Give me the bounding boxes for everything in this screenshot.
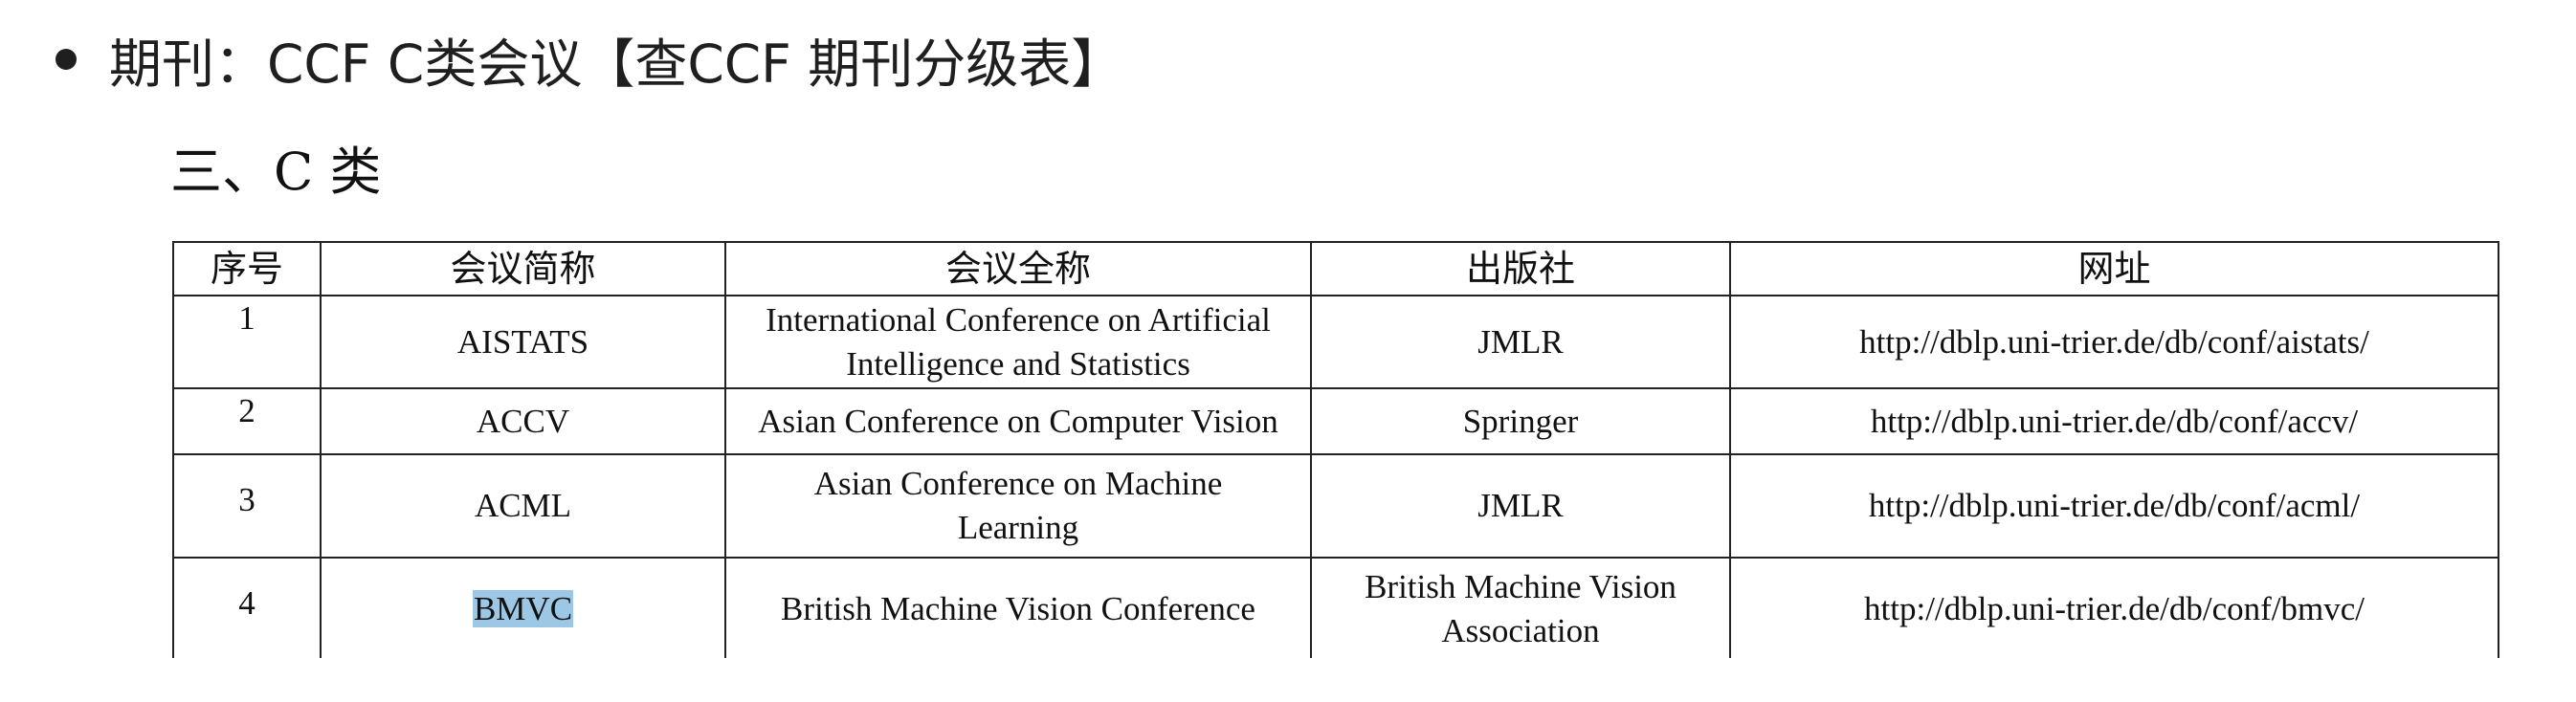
table-row: 2 ACCV Asian Conference on Computer Visi…	[172, 387, 2499, 455]
cell-fullname: International Conference on Artificial I…	[724, 295, 1312, 389]
cell-fullname: Asian Conference on Machine Learning	[724, 453, 1312, 559]
cell-url[interactable]: http://dblp.uni-trier.de/db/conf/bmvc/	[1729, 557, 2499, 658]
cell-line: JMLR	[1477, 487, 1564, 524]
cell-url[interactable]: http://dblp.uni-trier.de/db/conf/aistats…	[1729, 295, 2499, 389]
cell-line: Learning	[957, 509, 1079, 546]
cell-abbr: ACCV	[320, 387, 726, 455]
cell-abbr: ACML	[320, 453, 726, 559]
conference-table: 序号 会议简称 会议全称 出版社 网址 1 AISTATS Internatio…	[172, 241, 2499, 658]
header-url: 网址	[1729, 241, 2499, 296]
bullet-item: 期刊：CCF C类会议【查CCF 期刊分级表】	[56, 19, 1123, 99]
cell-line: Asian Conference on Machine	[813, 465, 1223, 502]
cell-line: British Machine Vision	[1365, 568, 1677, 605]
header-fullname: 会议全称	[724, 241, 1312, 296]
cell-no: 2	[172, 387, 322, 455]
table-row: 3 ACML Asian Conference on Machine Learn…	[172, 453, 2499, 559]
cell-publisher: British Machine Vision Association	[1310, 557, 1731, 658]
cell-abbr: BMVC	[320, 557, 726, 658]
cell-line: Intelligence and Statistics	[846, 344, 1190, 383]
cell-publisher: Springer	[1310, 387, 1731, 455]
table-header-row: 序号 会议简称 会议全称 出版社 网址	[172, 241, 2499, 296]
header-abbr: 会议简称	[320, 241, 726, 296]
cell-line: Association	[1441, 612, 1600, 649]
cell-publisher: JMLR	[1310, 295, 1731, 389]
table-row: 1 AISTATS International Conference on Ar…	[172, 295, 2499, 389]
table-container: 序号 会议简称 会议全称 出版社 网址 1 AISTATS Internatio…	[172, 241, 2499, 658]
cell-no: 1	[172, 295, 322, 389]
cell-line: British Machine Vision Conference	[781, 590, 1255, 627]
header-no: 序号	[172, 241, 322, 296]
table-row: 4 BMVC British Machine Vision Conference…	[172, 557, 2499, 658]
section-heading: 三、C 类	[170, 141, 382, 202]
header-publisher: 出版社	[1310, 241, 1731, 296]
cell-line: JMLR	[1477, 322, 1564, 361]
cell-publisher: JMLR	[1310, 453, 1731, 559]
cell-fullname: British Machine Vision Conference	[724, 557, 1312, 658]
cell-abbr: AISTATS	[320, 295, 726, 389]
cell-no: 4	[172, 557, 322, 658]
cell-url[interactable]: http://dblp.uni-trier.de/db/conf/acml/	[1729, 453, 2499, 559]
selected-text-highlight[interactable]: BMVC	[472, 590, 574, 627]
cell-line: Asian Conference on Computer Vision	[758, 402, 1278, 440]
cell-no: 3	[172, 453, 322, 559]
cell-url[interactable]: http://dblp.uni-trier.de/db/conf/accv/	[1729, 387, 2499, 455]
bullet-text: 期刊：CCF C类会议【查CCF 期刊分级表】	[109, 33, 1124, 95]
cell-line: Springer	[1462, 402, 1579, 440]
cell-line: International Conference on Artificial	[766, 300, 1271, 339]
bullet-dot-icon	[56, 49, 77, 70]
cell-fullname: Asian Conference on Computer Vision	[724, 387, 1312, 455]
